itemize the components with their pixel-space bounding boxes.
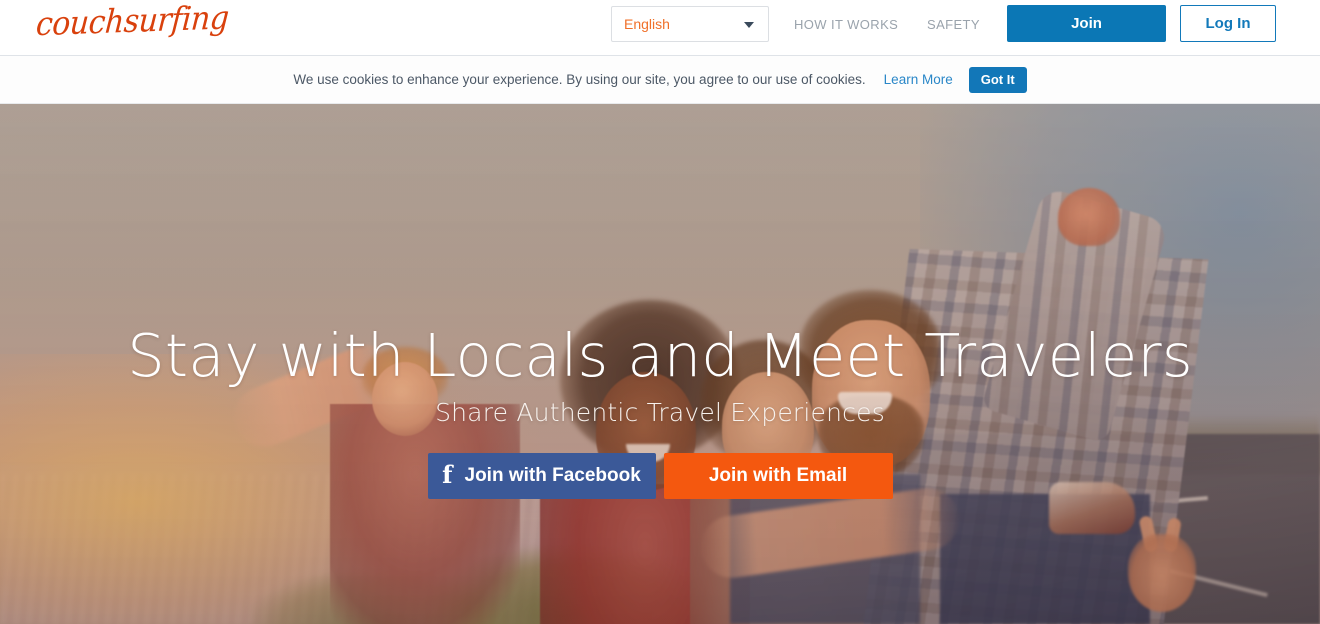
- header-login-button[interactable]: Log In: [1180, 5, 1276, 42]
- facebook-f-icon: f: [442, 459, 453, 489]
- language-selector-value: English: [624, 16, 670, 32]
- hero-section: Stay with Locals and Meet Travelers Shar…: [0, 104, 1320, 624]
- cookie-consent-banner: We use cookies to enhance your experienc…: [0, 56, 1320, 104]
- join-with-facebook-button[interactable]: f Join with Facebook: [427, 452, 656, 499]
- hero-headline: Stay with Locals and Meet Travelers: [127, 321, 1193, 390]
- language-selector[interactable]: English: [611, 6, 769, 42]
- hero-subheadline: Share Authentic Travel Experiences: [435, 397, 885, 427]
- cookie-message: We use cookies to enhance your experienc…: [293, 72, 866, 87]
- chevron-down-icon: [744, 22, 754, 28]
- hero-cta-row: f Join with Facebook Join with Email: [0, 452, 1320, 499]
- hero-content: Stay with Locals and Meet Travelers Shar…: [0, 104, 1320, 499]
- couchsurfing-logo[interactable]: couchsurfing: [34, 0, 230, 44]
- nav-link-how-it-works[interactable]: HOW IT WORKS: [794, 17, 898, 32]
- nav-link-safety[interactable]: SAFETY: [927, 17, 980, 32]
- site-header: couchsurfing English HOW IT WORKS SAFETY…: [0, 0, 1320, 56]
- join-with-facebook-label: Join with Facebook: [464, 464, 641, 486]
- join-with-email-button[interactable]: Join with Email: [663, 452, 893, 499]
- cookie-accept-button[interactable]: Got It: [968, 66, 1027, 93]
- logo-text: couchsurfing: [34, 0, 230, 44]
- header-join-button[interactable]: Join: [1007, 5, 1166, 42]
- cookie-learn-more-link[interactable]: Learn More: [884, 72, 953, 87]
